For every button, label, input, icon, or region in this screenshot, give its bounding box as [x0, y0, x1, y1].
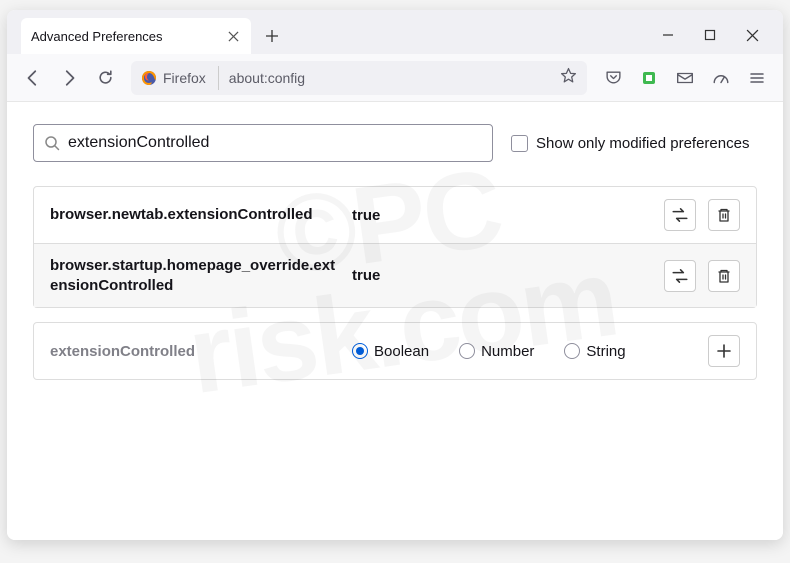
- mail-icon[interactable]: [669, 62, 701, 94]
- delete-button[interactable]: [708, 199, 740, 231]
- bookmark-star-icon[interactable]: [550, 67, 587, 89]
- nav-toolbar: Firefox about:config: [7, 54, 783, 102]
- divider: [218, 66, 219, 90]
- url-text[interactable]: about:config: [221, 70, 550, 86]
- identity-box[interactable]: Firefox: [131, 70, 216, 86]
- minimize-button[interactable]: [659, 26, 677, 44]
- toggle-button[interactable]: [664, 260, 696, 292]
- address-bar[interactable]: Firefox about:config: [131, 61, 587, 95]
- toggle-button[interactable]: [664, 199, 696, 231]
- content-area: Show only modified preferences browser.n…: [7, 102, 783, 540]
- radio-icon: [564, 343, 580, 359]
- close-tab-icon[interactable]: [225, 28, 241, 44]
- browser-tab[interactable]: Advanced Preferences: [21, 18, 251, 54]
- reload-button[interactable]: [89, 62, 121, 94]
- search-icon: [44, 135, 60, 151]
- radio-label: String: [586, 343, 625, 360]
- speed-icon[interactable]: [705, 62, 737, 94]
- forward-button[interactable]: [53, 62, 85, 94]
- pref-row[interactable]: browser.startup.homepage_override.extens…: [34, 243, 756, 307]
- radio-label: Number: [481, 343, 534, 360]
- pref-row[interactable]: browser.newtab.extensionControlled true: [34, 187, 756, 243]
- radio-number[interactable]: Number: [459, 343, 534, 360]
- tab-title: Advanced Preferences: [31, 29, 225, 44]
- identity-label: Firefox: [163, 70, 206, 86]
- titlebar: Advanced Preferences: [7, 10, 783, 54]
- firefox-icon: [141, 70, 157, 86]
- maximize-button[interactable]: [701, 26, 719, 44]
- extension-icon[interactable]: [633, 62, 665, 94]
- add-pref-name: extensionControlled: [50, 343, 340, 360]
- add-button[interactable]: [708, 335, 740, 367]
- menu-button[interactable]: [741, 62, 773, 94]
- pref-search-input[interactable]: [68, 134, 482, 152]
- pref-list: browser.newtab.extensionControlled true …: [33, 186, 757, 308]
- radio-icon: [352, 343, 368, 359]
- radio-icon: [459, 343, 475, 359]
- checkbox-label: Show only modified preferences: [536, 135, 749, 152]
- pref-name: browser.newtab.extensionControlled: [50, 205, 340, 225]
- pref-value: true: [352, 207, 652, 224]
- add-pref-row: extensionControlled Boolean Number Strin…: [33, 322, 757, 380]
- back-button[interactable]: [17, 62, 49, 94]
- type-radio-group: Boolean Number String: [352, 343, 696, 360]
- radio-boolean[interactable]: Boolean: [352, 343, 429, 360]
- checkbox-icon: [511, 135, 528, 152]
- pocket-icon[interactable]: [597, 62, 629, 94]
- close-window-button[interactable]: [743, 26, 761, 44]
- radio-label: Boolean: [374, 343, 429, 360]
- pref-search-box[interactable]: [33, 124, 493, 162]
- delete-button[interactable]: [708, 260, 740, 292]
- modified-only-checkbox[interactable]: Show only modified preferences: [511, 135, 749, 152]
- pref-value: true: [352, 267, 652, 284]
- pref-name: browser.startup.homepage_override.extens…: [50, 256, 340, 295]
- radio-string[interactable]: String: [564, 343, 625, 360]
- new-tab-button[interactable]: [257, 21, 287, 51]
